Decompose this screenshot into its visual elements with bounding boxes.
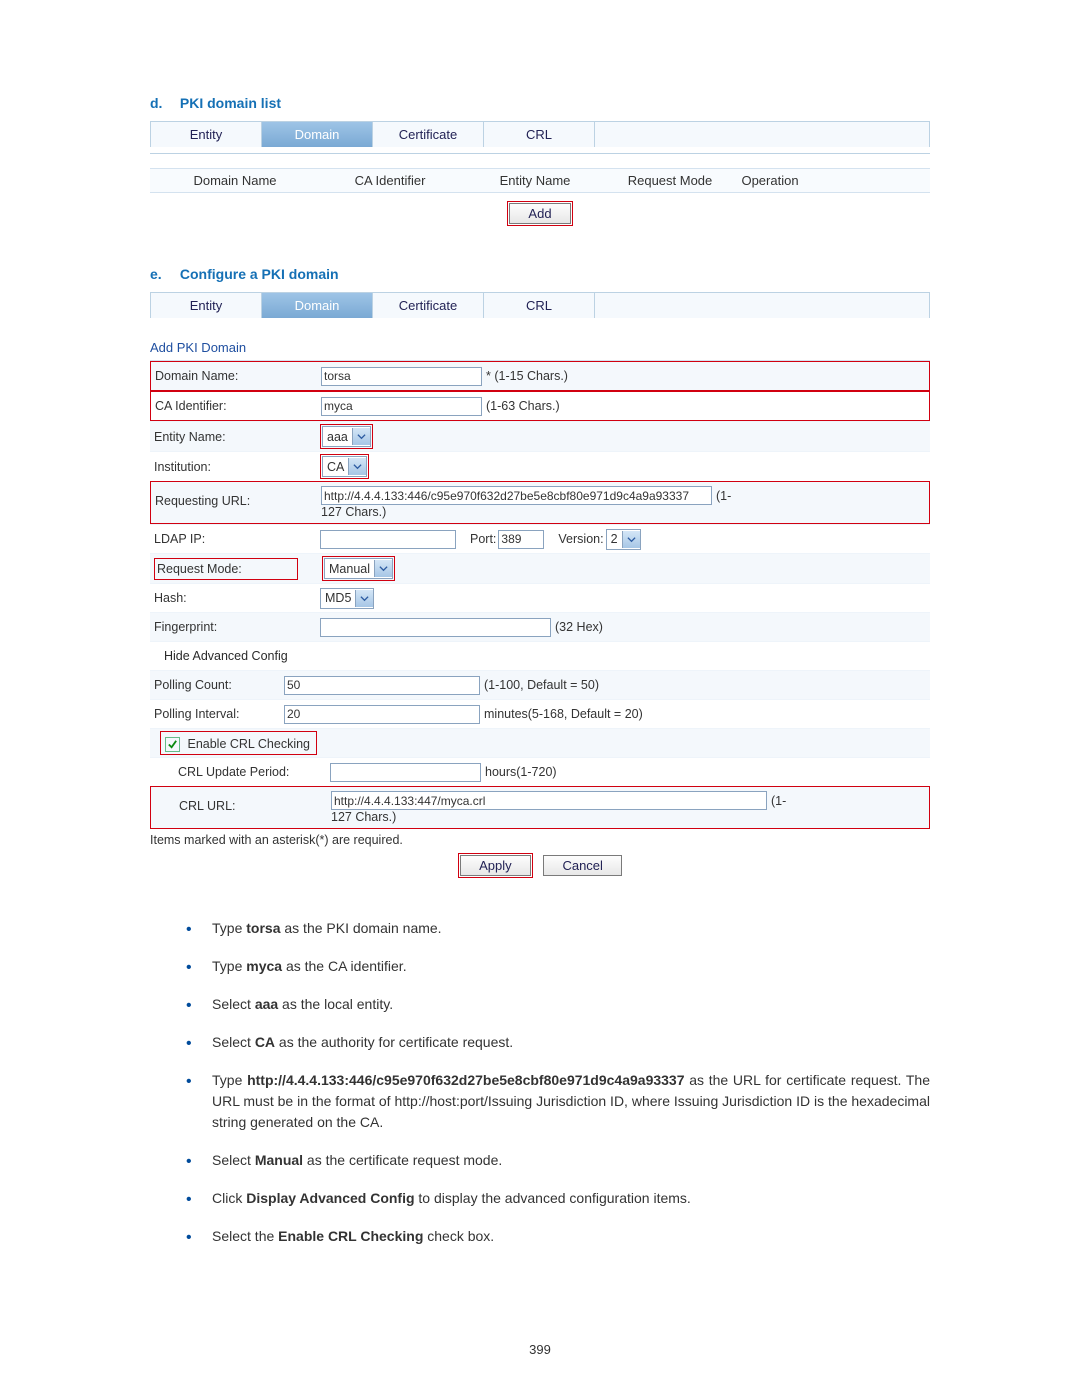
list-item: Type torsa as the PKI domain name. bbox=[186, 918, 930, 939]
tab-certificate[interactable]: Certificate bbox=[373, 122, 484, 147]
row-hash: Hash: MD5 bbox=[150, 583, 930, 612]
row-polling-interval: Polling Interval: minutes(5-168, Default… bbox=[150, 699, 930, 728]
tab-certificate-2[interactable]: Certificate bbox=[373, 293, 484, 318]
row-requesting-url: Requesting URL: (1- 127 Chars.) bbox=[150, 481, 930, 524]
ca-identifier-input[interactable] bbox=[321, 397, 482, 416]
chevron-down-icon bbox=[348, 458, 366, 475]
hide-advanced-link[interactable]: Hide Advanced Config bbox=[154, 649, 288, 663]
section-heading-d: d. PKI domain list bbox=[150, 95, 930, 111]
row-fingerprint: Fingerprint: (32 Hex) bbox=[150, 612, 930, 641]
row-ca-identifier: CA Identifier: (1-63 Chars.) bbox=[150, 391, 930, 421]
list-item: Select CA as the authority for certifica… bbox=[186, 1032, 930, 1053]
row-institution: Institution: CA bbox=[150, 451, 930, 481]
fingerprint-input[interactable] bbox=[320, 618, 551, 637]
row-request-mode: Request Mode: Manual bbox=[150, 553, 930, 583]
domain-name-input[interactable] bbox=[321, 367, 482, 386]
polling-count-input[interactable] bbox=[284, 676, 480, 695]
row-domain-name: Domain Name: * (1-15 Chars.) bbox=[150, 361, 930, 391]
tab-entity-2[interactable]: Entity bbox=[151, 293, 262, 318]
row-ldap-ip: LDAP IP: Port: Version: 2 bbox=[150, 524, 930, 553]
row-advanced-toggle: Hide Advanced Config bbox=[150, 641, 930, 670]
tab-crl-2[interactable]: CRL bbox=[484, 293, 595, 318]
crl-url-input[interactable] bbox=[331, 791, 767, 810]
list-item: Select aaa as the local entity. bbox=[186, 994, 930, 1015]
enable-crl-checkbox[interactable] bbox=[165, 737, 180, 752]
request-mode-select[interactable]: Manual bbox=[324, 558, 393, 579]
apply-button[interactable]: Apply bbox=[460, 855, 531, 876]
chevron-down-icon bbox=[622, 531, 640, 548]
list-item: Type http://4.4.4.133:446/c95e970f632d27… bbox=[186, 1070, 930, 1133]
row-crl-url: CRL URL: (1- 127 Chars.) bbox=[150, 786, 930, 829]
pki-domain-form: Domain Name: * (1-15 Chars.) CA Identifi… bbox=[150, 360, 930, 829]
entity-select[interactable]: aaa bbox=[322, 426, 371, 447]
requesting-url-input[interactable] bbox=[321, 486, 712, 505]
ldap-version-select[interactable]: 2 bbox=[606, 529, 641, 550]
ldap-port-input[interactable] bbox=[498, 530, 544, 549]
crl-update-period-input[interactable] bbox=[330, 763, 481, 782]
add-button[interactable]: Add bbox=[509, 203, 570, 224]
row-enable-crl: Enable CRL Checking bbox=[150, 728, 930, 757]
list-item: Type myca as the CA identifier. bbox=[186, 956, 930, 977]
tabs-e: Entity Domain Certificate CRL bbox=[150, 292, 930, 318]
form-title: Add PKI Domain bbox=[150, 340, 930, 355]
polling-interval-input[interactable] bbox=[284, 705, 480, 724]
instruction-list: Type torsa as the PKI domain name. Type … bbox=[150, 918, 930, 1247]
hash-select[interactable]: MD5 bbox=[320, 588, 374, 609]
page-number: 399 bbox=[0, 1342, 1080, 1357]
list-item: Click Display Advanced Config to display… bbox=[186, 1188, 930, 1209]
ldap-ip-input[interactable] bbox=[320, 530, 456, 549]
chevron-down-icon bbox=[355, 590, 373, 607]
tab-crl[interactable]: CRL bbox=[484, 122, 595, 147]
domain-list-columns: Domain Name CA Identifier Entity Name Re… bbox=[150, 168, 930, 193]
tabs-d: Entity Domain Certificate CRL bbox=[150, 121, 930, 147]
row-entity-name: Entity Name: aaa bbox=[150, 421, 930, 451]
row-polling-count: Polling Count: (1-100, Default = 50) bbox=[150, 670, 930, 699]
chevron-down-icon bbox=[374, 560, 392, 577]
tab-entity[interactable]: Entity bbox=[151, 122, 262, 147]
required-note: Items marked with an asterisk(*) are req… bbox=[150, 833, 930, 847]
apply-highlight: Apply bbox=[458, 853, 533, 878]
list-item: Select the Enable CRL Checking check box… bbox=[186, 1226, 930, 1247]
tab-domain-2[interactable]: Domain bbox=[262, 293, 373, 318]
tab-domain[interactable]: Domain bbox=[262, 122, 373, 147]
cancel-button[interactable]: Cancel bbox=[543, 855, 621, 876]
section-heading-e: e. Configure a PKI domain bbox=[150, 266, 930, 282]
list-item: Select Manual as the certificate request… bbox=[186, 1150, 930, 1171]
chevron-down-icon bbox=[352, 428, 370, 445]
add-highlight: Add bbox=[507, 201, 572, 226]
row-crl-update-period: CRL Update Period: hours(1-720) bbox=[150, 757, 930, 786]
institution-select[interactable]: CA bbox=[322, 456, 367, 477]
